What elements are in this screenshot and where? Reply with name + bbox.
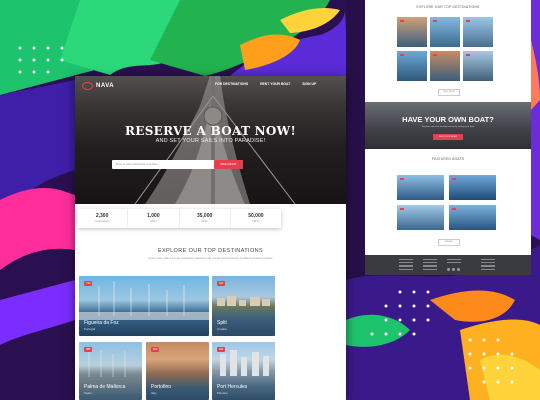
destination-name: Portofino bbox=[151, 384, 172, 390]
social-icons bbox=[447, 268, 460, 271]
price-badge bbox=[400, 208, 404, 210]
boat-count-badge bbox=[466, 20, 470, 22]
view-more-button[interactable]: VIEW MORE bbox=[438, 89, 460, 96]
view-all-button[interactable]: VIEW ALL bbox=[438, 239, 460, 246]
featured-boat-card[interactable] bbox=[449, 205, 496, 230]
boat-count-badge: 461 bbox=[217, 347, 226, 352]
nav-link-rent-boat[interactable]: RENT YOUR BOAT bbox=[260, 82, 290, 86]
find-boat-button[interactable]: FIND A BOAT bbox=[214, 160, 243, 169]
boat-count-badge: 640 bbox=[151, 347, 160, 352]
destination-country: Monaco bbox=[217, 391, 228, 395]
footer-column bbox=[399, 259, 413, 272]
footer-column bbox=[481, 259, 495, 272]
boat-count-badge bbox=[433, 54, 437, 56]
destination-card[interactable]: 321 Split Croatia bbox=[212, 276, 275, 336]
stat-label: Destinations bbox=[95, 220, 109, 223]
side-destination-card[interactable] bbox=[430, 51, 460, 81]
destination-card[interactable]: 985 Palma de Mallorca Spain bbox=[79, 342, 142, 400]
destination-country: Croatia bbox=[217, 327, 227, 331]
side-destination-card[interactable] bbox=[430, 17, 460, 47]
logo-text: NAVA bbox=[96, 83, 115, 89]
footer bbox=[365, 255, 531, 275]
twitter-icon[interactable] bbox=[452, 268, 455, 271]
destination-name: Palma de Mallorca bbox=[84, 384, 126, 390]
stat-label: Cities bbox=[150, 220, 157, 223]
stat-item: 35,000 Boats bbox=[180, 209, 231, 228]
boat-count-badge: 740 bbox=[84, 281, 93, 286]
side-destination-card[interactable] bbox=[463, 51, 493, 81]
featured-boat-card[interactable] bbox=[397, 175, 444, 200]
logo-icon bbox=[82, 82, 93, 90]
own-boat-banner: HAVE YOUR OWN BOAT? Register and start e… bbox=[365, 102, 531, 149]
destinations-title: EXPLORE OUR TOP DESTINATIONS bbox=[157, 248, 264, 254]
own-boat-subtitle: Register and start earning money by rent… bbox=[421, 126, 475, 128]
footer-column bbox=[423, 259, 437, 272]
hero-subtitle: AND SET YOUR SAILS INTO PARADISE! bbox=[155, 138, 266, 144]
add-boat-button[interactable]: ADD YOUR BOAT bbox=[433, 134, 463, 140]
destination-card[interactable]: 461 Port Hercules Monaco bbox=[212, 342, 275, 400]
main-page-mockup: NAVA FOR DESTINATIONS RENT YOUR BOAT SIG… bbox=[75, 76, 346, 400]
featured-boat-card[interactable] bbox=[397, 205, 444, 230]
boat-count-badge bbox=[466, 54, 470, 56]
destination-country: Spain bbox=[84, 391, 92, 395]
stat-value: 2,300 bbox=[95, 213, 109, 219]
destination-name: Split bbox=[217, 320, 227, 326]
hero-section: NAVA FOR DESTINATIONS RENT YOUR BOAT SIG… bbox=[75, 76, 346, 204]
nav-link-sign-up[interactable]: SIGN UP bbox=[302, 82, 316, 86]
footer-column bbox=[447, 259, 461, 265]
boat-count-badge bbox=[400, 54, 404, 56]
side-destinations-title: EXPLORE OUR TOP DESTINATIONS bbox=[416, 5, 480, 9]
top-nav: NAVA FOR DESTINATIONS RENT YOUR BOAT SIG… bbox=[75, 76, 346, 96]
price-badge bbox=[452, 208, 456, 210]
destination-country: Italy bbox=[151, 391, 157, 395]
instagram-icon[interactable] bbox=[457, 268, 460, 271]
nav-links: FOR DESTINATIONS RENT YOUR BOAT SIGN UP bbox=[215, 82, 316, 86]
stat-item: 1,000 Cities bbox=[128, 209, 180, 228]
destination-card[interactable]: 640 Portofino Italy bbox=[146, 342, 209, 400]
boat-count-badge bbox=[400, 20, 404, 22]
featured-boats-title: FEATURED BOATS bbox=[431, 157, 465, 161]
stat-value: 35,000 bbox=[196, 213, 213, 219]
price-badge bbox=[452, 178, 456, 180]
stat-item: 50,000 Sailors bbox=[231, 209, 281, 228]
side-destination-card[interactable] bbox=[463, 17, 493, 47]
price-badge bbox=[400, 178, 404, 180]
own-boat-title: HAVE YOUR OWN BOAT? bbox=[402, 115, 494, 124]
stat-value: 50,000 bbox=[248, 213, 264, 219]
featured-boat-card[interactable] bbox=[449, 175, 496, 200]
boat-count-badge: 985 bbox=[84, 347, 93, 352]
stat-item: 2,300 Destinations bbox=[77, 209, 129, 228]
destinations-subtitle: Lorem ipsum dolor sit amet, consectetur … bbox=[148, 257, 273, 260]
stat-label: Sailors bbox=[252, 220, 260, 223]
destination-country: Portugal bbox=[84, 327, 96, 331]
stat-value: 1,000 bbox=[147, 213, 160, 219]
boat-count-badge: 321 bbox=[217, 281, 226, 286]
nav-link-destinations[interactable]: FOR DESTINATIONS bbox=[215, 82, 248, 86]
side-destination-card[interactable] bbox=[397, 51, 427, 81]
destination-name: Port Hercules bbox=[217, 384, 248, 390]
secondary-page-mockup: EXPLORE OUR TOP DESTINATIONS VIEW MORE H… bbox=[365, 0, 531, 275]
hero-title: RESERVE A BOAT NOW! bbox=[124, 124, 297, 138]
side-destination-card[interactable] bbox=[397, 17, 427, 47]
boat-count-badge bbox=[433, 20, 437, 22]
logo[interactable]: NAVA bbox=[82, 82, 114, 90]
stat-label: Boats bbox=[201, 220, 208, 223]
destination-card[interactable]: 740 Figueira da Foz Portugal bbox=[79, 276, 209, 336]
stats-bar: 2,300 Destinations 1,000 Cities 35,000 B… bbox=[77, 209, 281, 228]
facebook-icon[interactable] bbox=[447, 268, 450, 271]
destination-name: Figueira da Foz bbox=[84, 320, 119, 326]
